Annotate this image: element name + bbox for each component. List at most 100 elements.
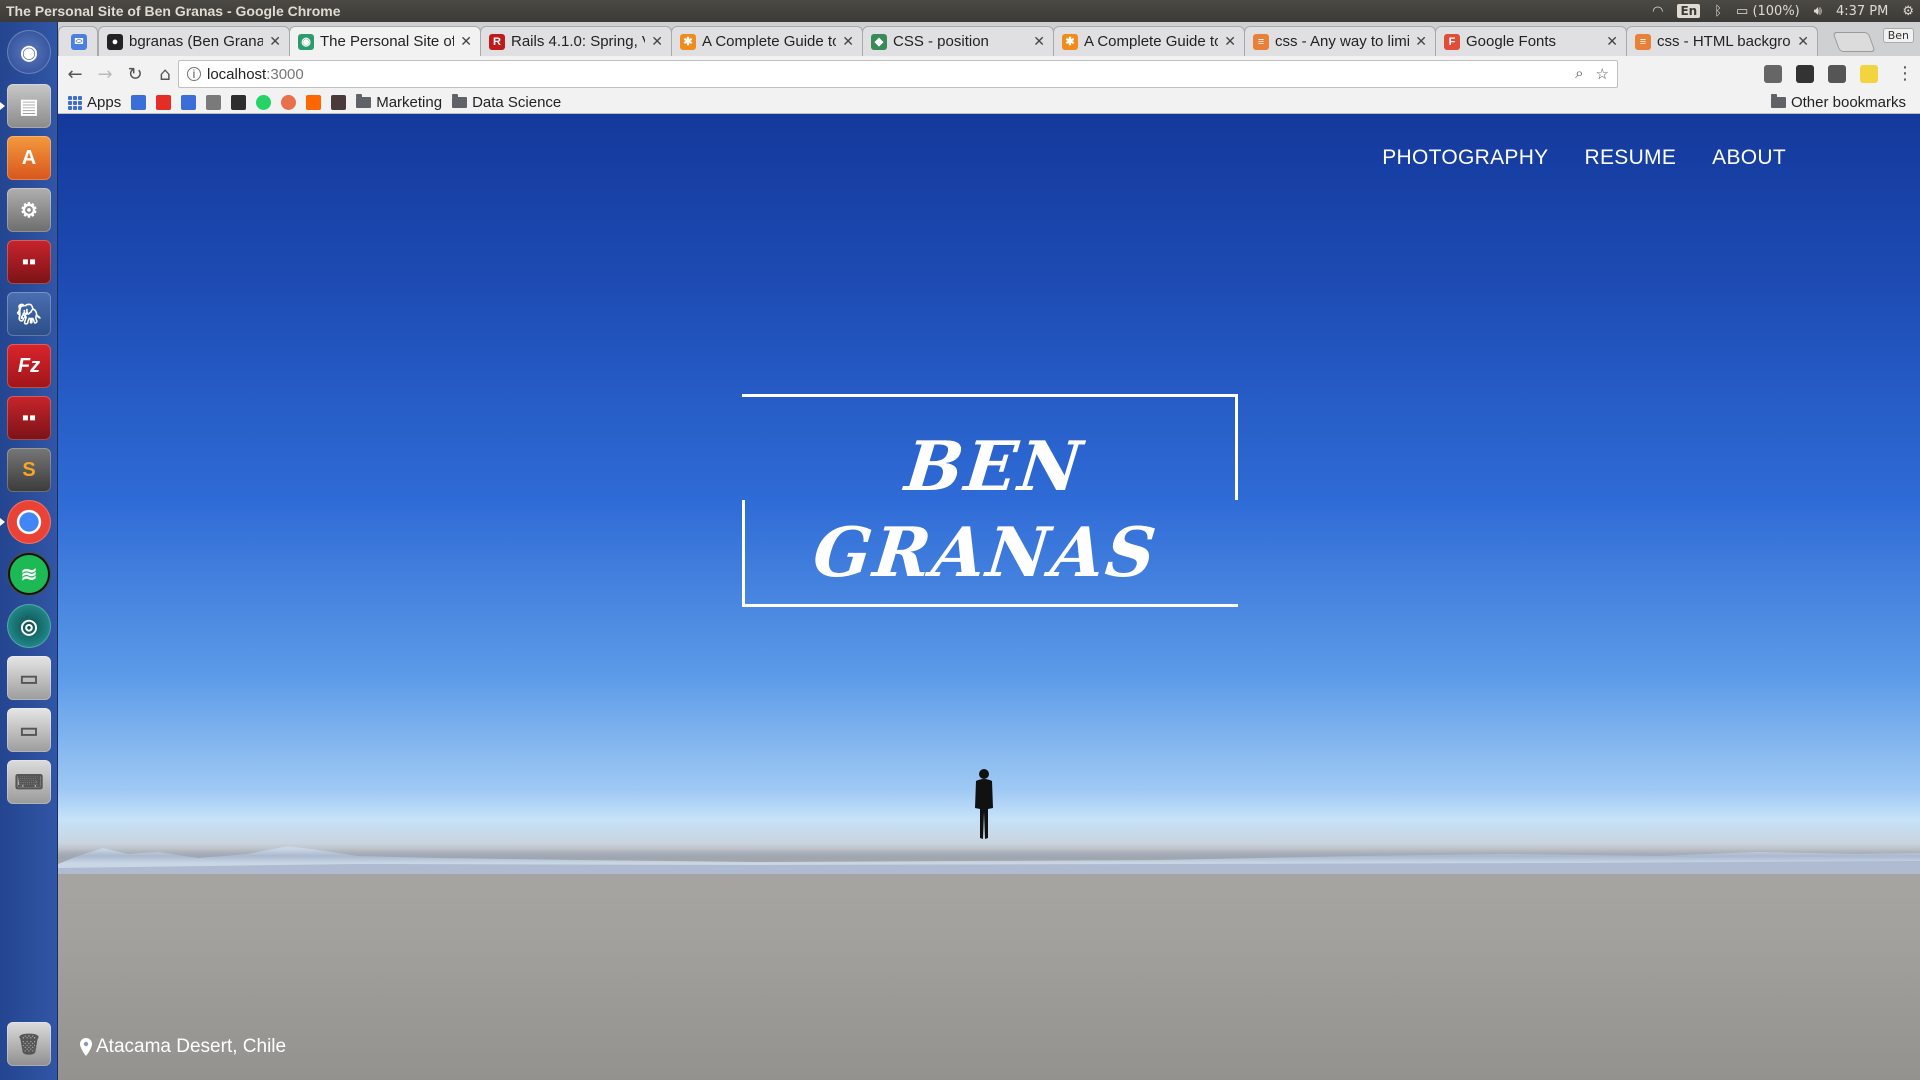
stackoverflow-icon: ≡: [1635, 33, 1651, 50]
bookmark-hackernews[interactable]: [306, 95, 322, 110]
profile-chip[interactable]: Ben: [1882, 28, 1914, 43]
bookmark-analytics[interactable]: [231, 95, 247, 110]
css-tricks-icon: ✱: [680, 33, 696, 50]
folder-label: Data Science: [472, 94, 562, 111]
close-tab-icon[interactable]: ✕: [1797, 33, 1809, 50]
volume-icon[interactable]: 🔊︎: [1814, 4, 1822, 19]
keyboard-layout-indicator[interactable]: En: [1677, 4, 1701, 18]
bookmark-folder-marketing[interactable]: Marketing: [356, 94, 442, 111]
browser-tab[interactable]: ≡ css - HTML background ✕: [1626, 26, 1818, 56]
ublock-extension-icon[interactable]: [1764, 65, 1782, 83]
new-tab-button[interactable]: [1832, 32, 1876, 52]
close-tab-icon[interactable]: ✕: [651, 33, 663, 50]
home-icon[interactable]: ⌂: [152, 61, 178, 87]
back-icon[interactable]: ←: [62, 61, 88, 87]
site-title-line-1: Ben: [901, 427, 1088, 507]
tab-title: Google Fonts: [1466, 33, 1557, 50]
ubuntu-dash-icon[interactable]: ◉: [7, 30, 51, 74]
close-tab-icon[interactable]: ✕: [1033, 33, 1045, 50]
wifi-icon[interactable]: ◠: [1652, 4, 1663, 19]
clock[interactable]: 4:37 PM: [1836, 4, 1888, 19]
bluetooth-icon[interactable]: ᛒ: [1714, 4, 1722, 19]
browser-chrome: ✉ ● bgranas (Ben Granas) ✕ ◉ The Personal Si…: [58, 22, 1920, 114]
bookmark-keyboard[interactable]: [206, 95, 222, 110]
browser-tab[interactable]: ✱ A Complete Guide to Flexbox ✕: [671, 26, 863, 56]
rails-icon: R: [489, 33, 505, 50]
sublime-text-icon[interactable]: S: [7, 448, 51, 492]
browser-tab[interactable]: ● bgranas (Ben Granas) ✕: [98, 26, 290, 56]
files-icon[interactable]: ▤: [7, 84, 51, 128]
close-tab-icon[interactable]: ✕: [842, 33, 854, 50]
folder-label: Marketing: [376, 94, 443, 111]
menu-kebab-icon[interactable]: ⋮: [1896, 63, 1914, 84]
address-bar[interactable]: i localhost:3000 ⌕ ☆: [178, 60, 1618, 88]
browser-tab[interactable]: ≡ css - Any way to limit ✕: [1244, 26, 1436, 56]
filezilla-icon[interactable]: Fz: [7, 344, 51, 388]
terminal-app-icon-2[interactable]: ▪▪: [7, 396, 51, 440]
nav-photography[interactable]: PHOTOGRAPHY: [1382, 146, 1548, 170]
postgres-elephant-icon[interactable]: 🐘︎: [7, 292, 51, 336]
url-host: localhost: [207, 65, 267, 83]
launcher-dock: ◉ ▤ A ⚙ ▪▪ 🐘︎ Fz ▪▪ S ≋ ◎ ▭ ▭ ⌨ 🗑︎: [0, 22, 58, 1080]
bookmark-slack[interactable]: [331, 95, 347, 110]
bookmark-maps[interactable]: [281, 95, 297, 110]
pinned-tab-inbox[interactable]: ✉: [58, 26, 98, 56]
close-tab-icon[interactable]: ✕: [1415, 33, 1427, 50]
bookmark-calendar[interactable]: [181, 95, 197, 110]
bookmark-star-icon[interactable]: ☆: [1596, 65, 1609, 83]
google-fonts-icon: F: [1444, 33, 1460, 50]
drive-icon-2[interactable]: ▭: [7, 708, 51, 752]
url-port: :3000: [266, 65, 304, 83]
bookmark-inbox[interactable]: [131, 95, 147, 110]
photo-location-caption: Atacama Desert, Chile: [80, 1036, 286, 1058]
terminal-app-icon[interactable]: ▪▪: [7, 240, 51, 284]
system-top-panel: The Personal Site of Ben Granas - Google…: [0, 0, 1920, 22]
battery-indicator[interactable]: ▭ (100%): [1736, 4, 1800, 19]
usb-drive-icon[interactable]: ⌨: [7, 760, 51, 804]
css-tricks-icon: ✱: [1062, 33, 1078, 50]
close-tab-icon[interactable]: ✕: [1606, 33, 1618, 50]
system-tray: ◠ En ᛒ ▭ (100%) 🔊︎ 4:37 PM ⚙: [1652, 4, 1914, 19]
browser-tab[interactable]: F Google Fonts ✕: [1435, 26, 1627, 56]
spotify-icon[interactable]: ≋: [7, 552, 51, 596]
browser-tab[interactable]: ✱ A Complete Guide to Grid ✕: [1053, 26, 1245, 56]
browser-tab[interactable]: ◆ CSS - position ✕: [862, 26, 1054, 56]
analytics-icon: [231, 95, 247, 110]
person-silhouette: [975, 769, 993, 839]
close-tab-icon[interactable]: ✕: [1224, 33, 1236, 50]
tab-title: Rails 4.1.0: Spring, Variants: [511, 33, 645, 50]
window-title: The Personal Site of Ben Granas - Google…: [6, 3, 341, 19]
nav-resume[interactable]: RESUME: [1585, 146, 1677, 170]
pocket-extension-icon[interactable]: [1796, 65, 1814, 83]
bookmark-folder-data-science[interactable]: Data Science: [452, 94, 561, 111]
folder-icon: [1770, 94, 1786, 108]
reload-icon[interactable]: ↻: [122, 61, 148, 87]
nav-about[interactable]: ABOUT: [1712, 146, 1786, 170]
tab-title: bgranas (Ben Granas): [129, 33, 264, 50]
privacy-extension-icon[interactable]: [1828, 65, 1846, 83]
site-navigation: PHOTOGRAPHY RESUME ABOUT: [1382, 146, 1786, 170]
trash-icon[interactable]: 🗑︎: [7, 1022, 51, 1066]
software-center-icon[interactable]: A: [7, 136, 51, 180]
drive-icon[interactable]: ▭: [7, 656, 51, 700]
info-icon[interactable]: i: [187, 67, 201, 81]
frame-border-bottom: [742, 604, 1238, 607]
gitkraken-icon[interactable]: ◎: [7, 604, 51, 648]
system-settings-icon[interactable]: ⚙: [7, 188, 51, 232]
settings-gear-icon[interactable]: ⚙: [1902, 4, 1914, 19]
forward-icon[interactable]: →: [92, 61, 118, 87]
bookmark-whatsapp[interactable]: [256, 95, 272, 110]
bookmark-youtube[interactable]: [156, 95, 172, 110]
browser-tab[interactable]: ◉ The Personal Site of Ben Granas ✕: [289, 26, 481, 56]
browser-tab[interactable]: R Rails 4.1.0: Spring, Variants ✕: [480, 26, 672, 56]
browser-toolbar: ← → ↻ ⌂ i localhost:3000 ⌕ ☆ ⋮: [58, 56, 1920, 92]
apps-shortcut[interactable]: Apps: [68, 94, 121, 111]
close-tab-icon[interactable]: ✕: [460, 33, 472, 50]
notes-extension-icon[interactable]: [1860, 65, 1878, 83]
other-bookmarks[interactable]: Other bookmarks: [1770, 94, 1906, 111]
close-tab-icon[interactable]: ✕: [269, 33, 281, 50]
inbox-icon: [131, 95, 147, 110]
zoom-icon[interactable]: ⌕: [1575, 65, 1583, 83]
whatsapp-icon: [256, 95, 272, 110]
chrome-icon[interactable]: [7, 500, 51, 544]
